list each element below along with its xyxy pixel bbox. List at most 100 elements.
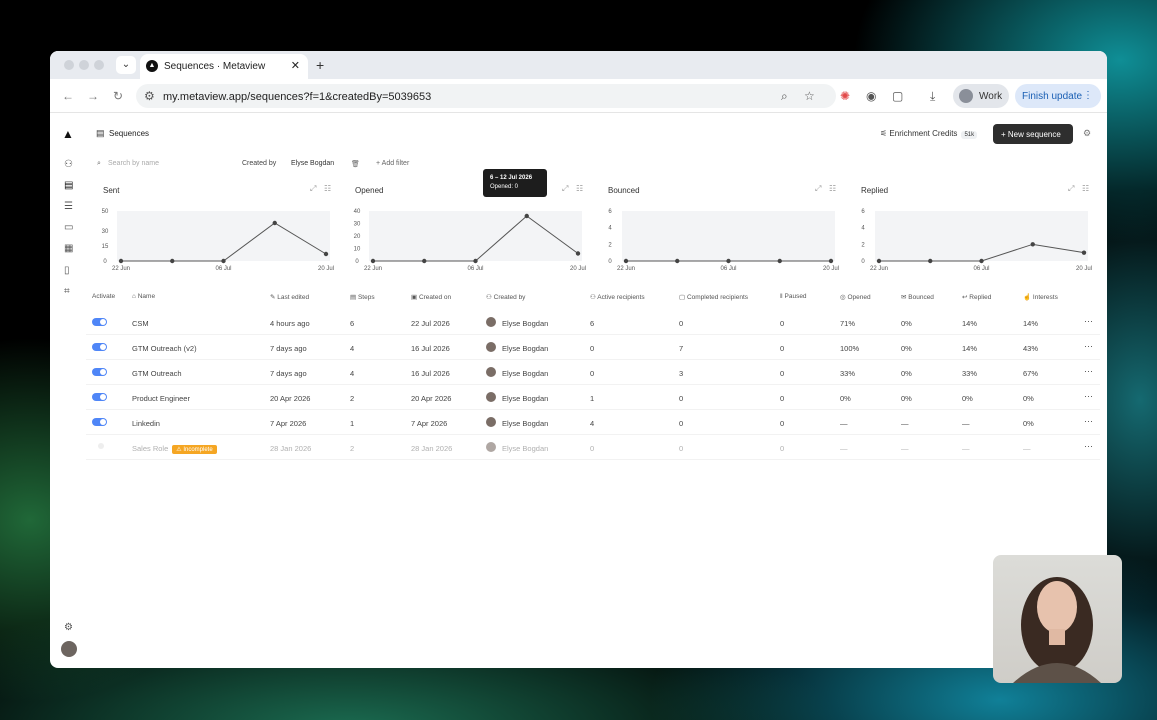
- avatar: [486, 392, 496, 402]
- activate-toggle[interactable]: [92, 368, 107, 376]
- reload-icon[interactable]: ↻: [113, 89, 123, 103]
- table-row[interactable]: GTM Outreach (v2) 7 days ago 4 16 Jul 20…: [86, 335, 1100, 360]
- more-options-icon[interactable]: ⋯: [1084, 341, 1093, 352]
- y-tick-label: 0: [861, 259, 865, 265]
- profile-button[interactable]: Work: [953, 84, 1009, 108]
- created-by-value[interactable]: Elyse Bogdan: [291, 160, 334, 167]
- col-interests[interactable]: Interests: [1033, 294, 1058, 301]
- minimize-window-dot[interactable]: [79, 60, 89, 70]
- col-name[interactable]: Name: [138, 293, 155, 300]
- table-row[interactable]: Sales Role ⚠ Incomplete 28 Jan 2026 2 28 …: [86, 435, 1100, 460]
- table-row[interactable]: Linkedin 7 Apr 2026 1 7 Apr 2026 Elyse B…: [86, 410, 1100, 435]
- user-avatar[interactable]: [61, 641, 77, 657]
- plot-area: [117, 211, 330, 261]
- col-completed-recipients[interactable]: Completed recipients: [687, 294, 748, 301]
- search-input[interactable]: Search by name: [108, 160, 159, 167]
- activate-toggle[interactable]: [92, 418, 107, 426]
- metaview-favicon-icon: ▲: [146, 60, 158, 72]
- filter-icon[interactable]: ☷: [1082, 184, 1089, 193]
- maximize-window-dot[interactable]: [94, 60, 104, 70]
- cell-name[interactable]: GTM Outreach: [132, 369, 182, 378]
- table-row[interactable]: GTM Outreach 7 days ago 4 16 Jul 2026 El…: [86, 360, 1100, 385]
- more-options-icon[interactable]: ⋯: [1084, 316, 1093, 327]
- tab-bar: ⌄ ▲ Sequences · Metaview ✕ +: [50, 51, 1107, 79]
- filters-icon[interactable]: ☰: [64, 201, 73, 212]
- tab-list-chevron-icon[interactable]: ⌄: [116, 56, 136, 74]
- scan-icon[interactable]: ⌗: [64, 286, 70, 297]
- more-options-icon[interactable]: ⋯: [1084, 416, 1093, 427]
- col-paused[interactable]: Paused: [785, 293, 807, 300]
- col-opened[interactable]: Opened: [847, 294, 870, 301]
- cell-created-by: Elyse Bogdan: [502, 394, 549, 403]
- forward-icon[interactable]: →: [87, 89, 99, 103]
- new-sequence-button[interactable]: + New sequence: [993, 124, 1073, 144]
- cell-steps: 2: [350, 394, 355, 403]
- settings-icon[interactable]: ⚙: [1083, 128, 1091, 139]
- browser-tab[interactable]: ▲ Sequences · Metaview ✕: [140, 54, 308, 79]
- activate-toggle[interactable]: [98, 443, 104, 449]
- more-options-icon[interactable]: ⋯: [1084, 441, 1093, 452]
- finish-update-button[interactable]: Finish update ⋮: [1015, 84, 1101, 108]
- filter-icon[interactable]: ☷: [324, 184, 331, 193]
- data-point: [979, 258, 984, 264]
- file-icon[interactable]: ▯: [64, 265, 70, 276]
- sequences-icon[interactable]: ▤: [64, 180, 73, 191]
- cell-name[interactable]: Sales Role: [132, 444, 168, 453]
- webcam-video-overlay: [993, 555, 1122, 683]
- people-icon[interactable]: ⚇: [64, 159, 73, 170]
- close-tab-icon[interactable]: ✕: [291, 59, 300, 72]
- cell-paused: 0: [780, 419, 785, 428]
- zoom-icon[interactable]: ⌕: [781, 89, 788, 104]
- col-active-recipients[interactable]: Active recipients: [597, 294, 644, 301]
- close-window-dot[interactable]: [64, 60, 74, 70]
- table-icon[interactable]: ▦: [64, 243, 73, 254]
- bookmark-star-icon[interactable]: ☆: [804, 89, 815, 103]
- add-filter-button[interactable]: Add filter: [382, 160, 410, 167]
- more-options-icon[interactable]: ⋯: [1084, 391, 1093, 402]
- extensions-puzzle-icon[interactable]: ▢: [892, 89, 903, 103]
- extension-icon[interactable]: ✺: [840, 89, 850, 103]
- new-tab-icon[interactable]: +: [316, 57, 324, 73]
- col-last-edited[interactable]: Last edited: [277, 294, 309, 301]
- download-icon[interactable]: ⤓: [930, 89, 935, 104]
- enrichment-credits-button[interactable]: ⚟ Enrichment Credits 51k: [880, 129, 978, 139]
- x-tick-label: 06 Jul: [215, 266, 231, 272]
- col-replied[interactable]: Replied: [969, 294, 991, 301]
- more-options-icon[interactable]: ⋯: [1084, 366, 1093, 377]
- logo-icon[interactable]: ▲: [62, 127, 74, 141]
- cell-last-edited: 7 days ago: [270, 344, 307, 353]
- col-created-by[interactable]: Created by: [494, 294, 526, 301]
- cell-name[interactable]: CSM: [132, 319, 149, 328]
- chart-plot: 50 30 15 0 22 Jun 06 Jul 20 Jul: [102, 209, 334, 272]
- col-created-on[interactable]: Created on: [419, 294, 451, 301]
- avatar: [486, 367, 496, 377]
- cell-name[interactable]: Linkedin: [132, 419, 160, 428]
- settings-gear-icon[interactable]: ⚙: [64, 622, 73, 633]
- cell-name[interactable]: GTM Outreach (v2): [132, 344, 197, 353]
- expand-icon[interactable]: ⤢: [1068, 184, 1074, 194]
- col-steps[interactable]: Steps: [358, 294, 375, 301]
- filter-icon[interactable]: ☷: [829, 184, 836, 193]
- cell-name[interactable]: Product Engineer: [132, 394, 190, 403]
- activate-toggle[interactable]: [92, 343, 107, 351]
- document-icon[interactable]: ▭: [64, 222, 73, 233]
- extension-2-icon[interactable]: ◉: [866, 89, 876, 103]
- activate-toggle[interactable]: [92, 318, 107, 326]
- cell-steps: 1: [350, 419, 355, 428]
- expand-icon[interactable]: ⤢: [815, 184, 821, 194]
- table-row[interactable]: CSM 4 hours ago 6 22 Jul 2026 Elyse Bogd…: [86, 310, 1100, 335]
- trash-icon[interactable]: 🗑: [351, 160, 360, 168]
- url-text[interactable]: my.metaview.app/sequences?f=1&createdBy=…: [163, 91, 431, 103]
- site-settings-icon[interactable]: ⚙: [144, 89, 155, 103]
- col-bounced[interactable]: Bounced: [908, 294, 934, 301]
- more-vert-icon: ⋮: [1083, 90, 1093, 101]
- table-row[interactable]: Product Engineer 20 Apr 2026 2 20 Apr 20…: [86, 385, 1100, 410]
- back-icon[interactable]: ←: [62, 89, 74, 103]
- expand-icon[interactable]: ⤢: [310, 184, 316, 194]
- activate-toggle[interactable]: [92, 393, 107, 401]
- cell-steps: 6: [350, 319, 355, 328]
- filter-icon[interactable]: ☷: [576, 184, 583, 193]
- cell-completed: 0: [679, 419, 684, 428]
- expand-icon[interactable]: ⤢: [562, 184, 568, 194]
- y-tick-label: 4: [608, 226, 612, 232]
